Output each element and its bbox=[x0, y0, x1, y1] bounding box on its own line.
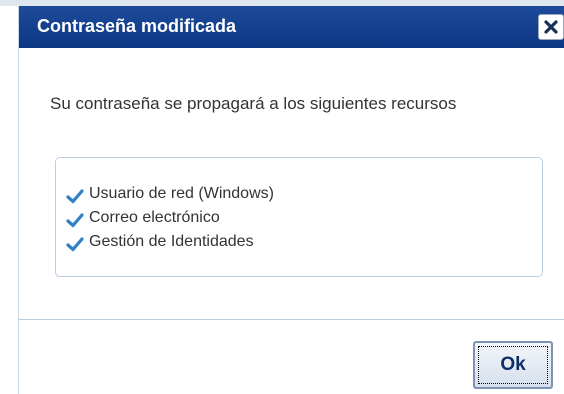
page: Contraseña modificada Su contraseña se p… bbox=[0, 0, 564, 394]
resource-item: Correo electrónico bbox=[66, 206, 274, 230]
ok-button-label: Ok bbox=[478, 346, 548, 384]
resource-item-label: Usuario de red (Windows) bbox=[89, 185, 274, 202]
resource-item: Usuario de red (Windows) bbox=[66, 182, 274, 206]
checkmark-icon bbox=[66, 212, 84, 227]
footer-divider bbox=[19, 319, 564, 320]
close-icon bbox=[544, 20, 558, 34]
resource-list: Usuario de red (Windows) Correo electrón… bbox=[66, 182, 274, 254]
dialog-message: Su contraseña se propagará a los siguien… bbox=[50, 94, 457, 113]
resource-item-label: Gestión de Identidades bbox=[89, 233, 254, 250]
password-changed-dialog: Contraseña modificada Su contraseña se p… bbox=[18, 6, 564, 394]
ok-button[interactable]: Ok bbox=[473, 341, 553, 389]
checkmark-icon bbox=[66, 188, 84, 203]
dialog-titlebar: Contraseña modificada bbox=[19, 6, 564, 48]
close-button[interactable] bbox=[538, 14, 564, 40]
resource-item: Gestión de Identidades bbox=[66, 230, 274, 254]
resource-item-label: Correo electrónico bbox=[89, 209, 220, 226]
resource-list-box: Usuario de red (Windows) Correo electrón… bbox=[55, 157, 543, 277]
checkmark-icon bbox=[66, 236, 84, 251]
dialog-title: Contraseña modificada bbox=[37, 16, 237, 36]
